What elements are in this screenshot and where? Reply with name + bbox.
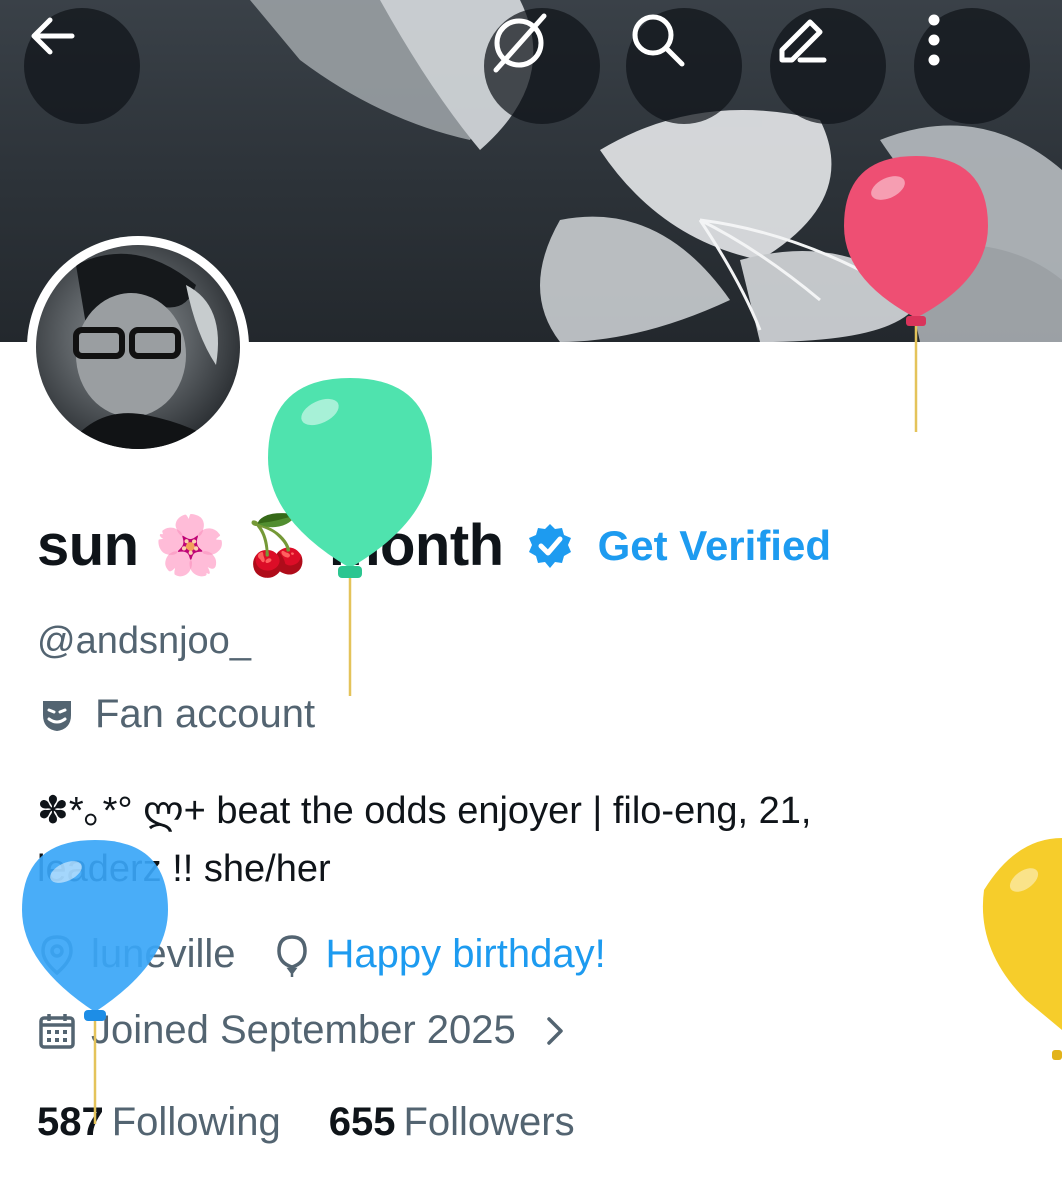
balloon-icon [276, 934, 307, 977]
arrow-left-icon [31, 17, 75, 55]
bio-line-1: ✽*｡*° ლ+ beat the odds enjoyer | filo-en… [37, 790, 812, 832]
get-verified-link[interactable]: Get Verified [598, 522, 831, 570]
bio: ✽*｡*° ლ+ beat the odds enjoyer | filo-en… [37, 782, 1027, 898]
blue-balloon [22, 840, 168, 1124]
followers-label: Followers [403, 1100, 575, 1144]
more-vertical-icon [928, 14, 940, 66]
followers-count: 655 [328, 1100, 396, 1144]
verified-badge-icon[interactable] [526, 522, 574, 570]
birthday-link[interactable]: Happy birthday! [326, 932, 606, 977]
green-balloon [268, 378, 432, 696]
grok-button[interactable] [484, 8, 600, 124]
search-icon [632, 14, 685, 67]
search-button[interactable] [626, 8, 742, 124]
red-balloon [844, 156, 988, 432]
chevron-right-icon [547, 1016, 563, 1045]
theater-masks-icon [43, 700, 71, 731]
edit-button[interactable] [770, 8, 886, 124]
bio-line-2: leaderz !! she/her [37, 848, 331, 890]
category-label: Fan account [95, 692, 316, 736]
followers-link[interactable]: 655 Followers [329, 1100, 575, 1145]
back-button[interactable] [24, 8, 140, 124]
handle: @andsnjoo_ [37, 620, 251, 662]
yellow-balloon [982, 838, 1062, 1060]
avatar[interactable] [27, 236, 249, 458]
grok-icon [493, 13, 547, 73]
avatar-photo [36, 245, 240, 449]
profile-category: Fan account [37, 692, 315, 737]
more-button[interactable] [914, 8, 1030, 124]
edit-icon [779, 19, 827, 63]
